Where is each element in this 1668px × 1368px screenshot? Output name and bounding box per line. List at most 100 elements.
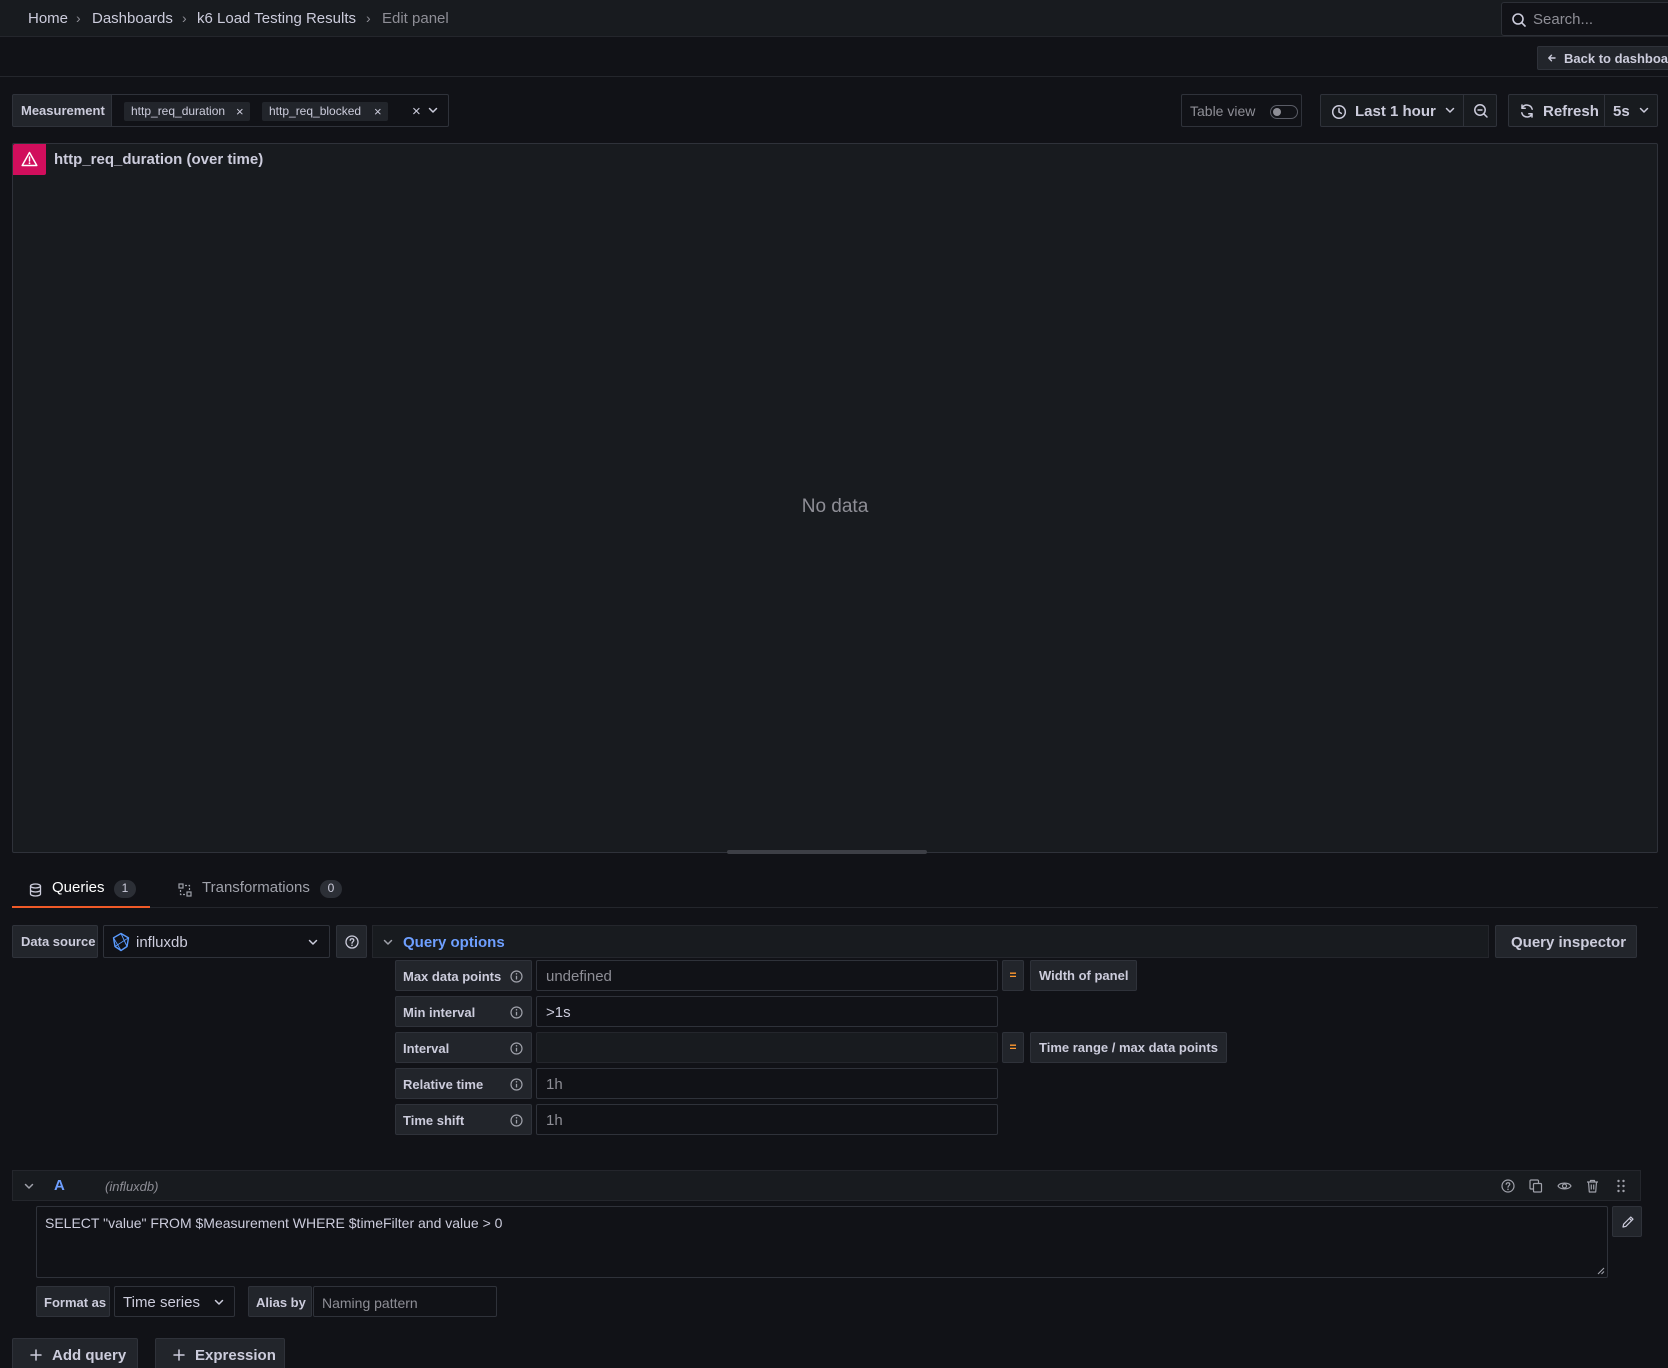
database-icon <box>29 883 42 897</box>
max-data-points-input[interactable]: undefined <box>536 960 998 991</box>
format-as-value: Time series <box>123 1294 200 1311</box>
top-nav-bar: Home › Dashboards › k6 Load Testing Resu… <box>0 0 1668 37</box>
relative-time-label: Relative time <box>395 1068 532 1099</box>
datasource-help-button[interactable] <box>336 925 367 958</box>
breadcrumb-current: Edit panel <box>382 10 449 27</box>
alias-by-label-text: Alias by <box>256 1295 306 1310</box>
variable-chip-label: http_req_duration <box>131 104 226 118</box>
variable-label-text: Measurement <box>21 103 105 118</box>
variable-chip-label: http_req_blocked <box>269 104 362 118</box>
breadcrumb-separator: › <box>366 10 371 26</box>
chevron-down-icon <box>308 939 318 946</box>
pencil-icon <box>1621 1215 1635 1229</box>
warning-icon <box>21 151 38 167</box>
resize-grip-icon[interactable] <box>1595 1265 1605 1275</box>
breadcrumb-dashboards[interactable]: Dashboards <box>92 10 173 27</box>
tab-transformations-label: Transformations <box>202 879 310 896</box>
info-circle-icon[interactable] <box>510 970 523 983</box>
info-circle-icon[interactable] <box>510 1114 523 1127</box>
alias-by-input[interactable]: Naming pattern <box>313 1286 497 1317</box>
time-shift-input[interactable]: 1h <box>536 1104 998 1135</box>
min-interval-input[interactable]: >1s <box>536 996 998 1027</box>
panel-error-indicator[interactable] <box>13 144 46 175</box>
query-options-toggle[interactable]: Query options <box>372 925 1489 958</box>
add-query-button[interactable]: Add query <box>12 1338 138 1368</box>
variable-label: Measurement <box>12 94 112 127</box>
tab-queries-label: Queries <box>52 879 105 896</box>
option-label-text: Max data points <box>403 969 502 984</box>
option-label-text: Interval <box>403 1041 450 1056</box>
chevron-down-icon <box>1445 107 1455 114</box>
datasource-label: Data source <box>12 925 98 958</box>
datasource-select[interactable]: influxdb <box>103 925 330 958</box>
copy-icon[interactable] <box>1529 1179 1543 1193</box>
no-data-message: No data <box>801 496 869 517</box>
back-to-dashboard-label: Back to dashboard <box>1564 51 1668 66</box>
info-circle-icon[interactable] <box>510 1006 523 1019</box>
table-view-label: Table view <box>1190 103 1256 119</box>
add-expression-label: Expression <box>195 1347 276 1364</box>
query-options-title: Query options <box>403 934 505 951</box>
time-shift-label: Time shift <box>395 1104 532 1135</box>
equals-indicator: = <box>1002 960 1024 991</box>
arrow-left-icon <box>1547 53 1557 63</box>
panel-title[interactable]: http_req_duration (over time) <box>54 151 263 168</box>
min-interval-label: Min interval <box>395 996 532 1027</box>
refresh-label: Refresh <box>1543 103 1599 120</box>
breadcrumb-dashboard-title[interactable]: k6 Load Testing Results <box>197 10 356 27</box>
query-inspector-label: Query inspector <box>1511 934 1627 951</box>
query-row-header: A (influxdb) <box>12 1170 1641 1201</box>
influxdb-logo-icon <box>111 932 131 952</box>
toggle-editor-mode-button[interactable] <box>1612 1206 1642 1237</box>
format-as-label: Format as <box>36 1286 110 1317</box>
chevron-down-icon[interactable] <box>428 107 438 114</box>
search-input[interactable]: Search... <box>1501 2 1668 36</box>
refresh-interval-picker[interactable]: 5s <box>1604 94 1658 127</box>
option-label-text: Time shift <box>403 1113 465 1128</box>
remove-chip-icon[interactable]: × <box>236 104 244 119</box>
tab-transformations[interactable]: Transformations 0 <box>164 872 342 908</box>
max-data-points-note: Width of panel <box>1030 960 1138 991</box>
breadcrumb-home[interactable]: Home <box>28 10 68 27</box>
toggle-switch[interactable] <box>1270 105 1298 119</box>
max-data-points-label: Max data points <box>395 960 532 991</box>
refresh-button[interactable]: Refresh <box>1508 94 1605 127</box>
pane-resize-handle[interactable] <box>727 850 927 854</box>
search-placeholder: Search... <box>1533 11 1594 28</box>
zoom-out-button[interactable] <box>1463 94 1497 127</box>
clear-all-icon[interactable]: × <box>412 103 421 120</box>
tab-queries[interactable]: Queries 1 <box>12 872 150 908</box>
chevron-down-icon <box>1639 107 1649 114</box>
query-ref-id[interactable]: A <box>54 1177 65 1194</box>
interval-note: Time range / max data points <box>1030 1032 1227 1063</box>
plus-icon <box>173 1349 185 1361</box>
panel-editor-toolbar: Back to dashboard <box>0 38 1668 77</box>
drag-handle-icon[interactable] <box>1616 1179 1626 1193</box>
info-circle-icon[interactable] <box>510 1078 523 1091</box>
chevron-down-icon <box>383 939 393 946</box>
raw-query-editor[interactable]: SELECT "value" FROM $Measurement WHERE $… <box>36 1206 1608 1278</box>
toggle-knob <box>1273 108 1281 116</box>
option-label-text: Relative time <box>403 1077 484 1092</box>
remove-chip-icon[interactable]: × <box>374 104 382 119</box>
back-to-dashboard-button[interactable]: Back to dashboard <box>1537 46 1668 70</box>
search-icon <box>1511 12 1527 28</box>
variable-chip: http_req_blocked × <box>262 102 388 121</box>
table-view-toggle[interactable]: Table view <box>1181 94 1302 127</box>
query-inspector-button[interactable]: Query inspector <box>1495 925 1637 958</box>
relative-time-input[interactable]: 1h <box>536 1068 998 1099</box>
format-as-select[interactable]: Time series <box>114 1286 235 1317</box>
time-range-picker[interactable]: Last 1 hour <box>1320 94 1464 127</box>
panel-preview: http_req_duration (over time) No data <box>12 143 1658 853</box>
breadcrumb-separator: › <box>76 10 81 26</box>
eye-icon[interactable] <box>1557 1179 1572 1193</box>
min-interval-value: >1s <box>546 1004 571 1021</box>
time-range-label: Last 1 hour <box>1355 103 1436 120</box>
add-expression-button[interactable]: Expression <box>155 1338 285 1368</box>
trash-icon[interactable] <box>1586 1179 1599 1193</box>
measurement-variable-select[interactable]: http_req_duration × http_req_blocked × × <box>111 94 449 127</box>
info-circle-icon[interactable] <box>510 1042 523 1055</box>
chevron-down-icon <box>214 1299 224 1306</box>
chevron-down-icon[interactable] <box>24 1183 34 1190</box>
plus-icon <box>30 1349 42 1361</box>
